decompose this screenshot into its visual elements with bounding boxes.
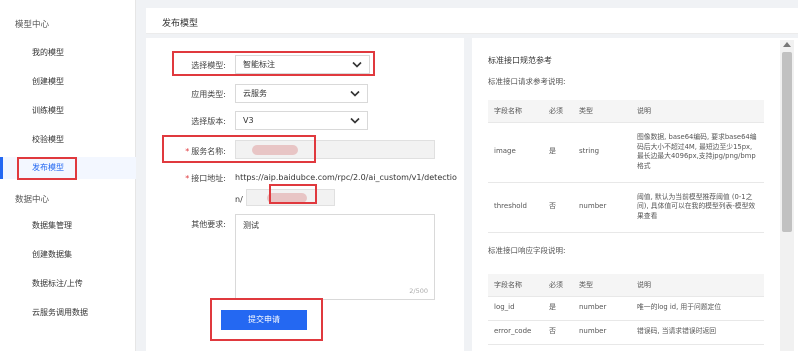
- sidebar-item-label: 创建数据集: [32, 250, 72, 259]
- sidebar-item-data-annotation[interactable]: 数据标注/上传: [0, 273, 136, 295]
- field-description: 图像数据, base64编码, 要求base64编码后大小不超过4M, 最短边至…: [631, 122, 764, 183]
- column-header: 字段名称: [488, 100, 543, 123]
- field-type: number: [573, 182, 631, 233]
- sidebar-item-my-models[interactable]: 我的模型: [0, 42, 136, 64]
- sidebar-item-label: 数据标注/上传: [32, 279, 83, 288]
- scroll-up-arrow-icon[interactable]: [783, 42, 791, 47]
- chevron-down-icon: [350, 117, 360, 124]
- field-description: 阈值, 默认为当前模型推荐阈值 (0-1之间), 具体值可以在我的模型列表-模型…: [631, 182, 764, 233]
- column-header: 说明: [631, 100, 764, 123]
- char-counter: 2/500: [409, 287, 428, 295]
- sidebar-item-label: 创建模型: [32, 77, 64, 86]
- vertical-scrollbar[interactable]: [780, 40, 794, 351]
- page-header: 发布模型: [146, 8, 798, 34]
- field-name: threshold: [488, 182, 543, 233]
- highlight-box: [162, 135, 316, 163]
- sidebar-item-train-model[interactable]: 训练模型: [0, 100, 136, 122]
- field-type: number: [573, 296, 631, 321]
- api-doc-panel: 标准接口规范参考 标准接口请求参考说明: 字段名称 必须 类型 说明 image…: [472, 38, 798, 351]
- other-requirements-value: 测试: [243, 221, 259, 230]
- sidebar-item-create-dataset[interactable]: 创建数据集: [0, 244, 136, 266]
- highlight-box: [210, 298, 323, 341]
- sidebar-item-create-model[interactable]: 创建模型: [0, 71, 136, 93]
- table-header-row: 字段名称 必须 类型 说明: [488, 100, 764, 123]
- api-address-label: * 接口地址:: [146, 173, 226, 184]
- chevron-down-icon: [350, 90, 360, 97]
- field-description: 错误码, 当请求错误时返回: [631, 320, 764, 345]
- column-header: 字段名称: [488, 274, 543, 297]
- field-name: error_code: [488, 320, 543, 345]
- column-header: 必须: [543, 274, 573, 297]
- scrollbar-thumb[interactable]: [782, 52, 792, 232]
- sidebar-item-label: 我的模型: [32, 48, 64, 57]
- version-dropdown[interactable]: V3: [235, 111, 368, 130]
- api-address-url: https://aip.baidubce.com/rpc/2.0/ai_cust…: [235, 173, 457, 182]
- response-table: 字段名称 必须 类型 说明 log_id 是 number 唯一的log id,…: [488, 274, 764, 345]
- request-heading: 标准接口规范参考: [488, 56, 552, 65]
- version-value: V3: [243, 116, 254, 125]
- sidebar-item-label: 校验模型: [32, 135, 64, 144]
- response-subheading: 标准接口响应字段说明:: [488, 246, 566, 255]
- app-type-dropdown[interactable]: 云服务: [235, 84, 368, 103]
- sidebar-group-data-center: 数据中心: [15, 195, 50, 205]
- page-title: 发布模型: [162, 19, 199, 29]
- other-requirements-textarea[interactable]: 测试 2/500: [235, 214, 435, 300]
- field-description: 唯一的log id, 用于问题定位: [631, 296, 764, 321]
- sidebar-item-label: 数据集管理: [32, 221, 72, 230]
- other-requirements-label: 其他要求:: [191, 220, 226, 229]
- table-row: threshold 否 number 阈值, 默认为当前模型推荐阈值 (0-1之…: [488, 182, 764, 233]
- required-asterisk: *: [185, 174, 190, 183]
- highlight-box: [269, 184, 317, 204]
- column-header: 必须: [543, 100, 573, 123]
- request-subheading: 标准接口请求参考说明:: [488, 77, 566, 86]
- field-required: 否: [543, 320, 573, 345]
- sidebar-item-cloud-service-data[interactable]: 云服务调用数据: [0, 302, 136, 324]
- sidebar: 模型中心 我的模型 创建模型 训练模型 校验模型 发布模型 数据中心 数据集管理…: [0, 0, 136, 351]
- field-required: 是: [543, 296, 573, 321]
- column-header: 类型: [573, 100, 631, 123]
- version-label: 选择版本:: [191, 117, 226, 126]
- field-type: number: [573, 320, 631, 345]
- field-name: log_id: [488, 296, 543, 321]
- highlight-box: [172, 51, 375, 76]
- column-header: 类型: [573, 274, 631, 297]
- sidebar-item-validate-model[interactable]: 校验模型: [0, 129, 136, 151]
- table-row: image 是 string 图像数据, base64编码, 要求base64编…: [488, 122, 764, 183]
- request-table: 字段名称 必须 类型 说明 image 是 string 图像数据, base6…: [488, 100, 764, 233]
- field-type: string: [573, 122, 631, 183]
- field-required: 否: [543, 182, 573, 233]
- field-required: 是: [543, 122, 573, 183]
- api-address-label-text: 接口地址:: [191, 174, 226, 183]
- publish-form: 选择模型: 智能标注 应用类型: 云服务 选择版本: V3 * 服务名称: * 接口…: [146, 38, 464, 351]
- app-type-value: 云服务: [243, 89, 267, 98]
- sidebar-group-model-center: 模型中心: [15, 20, 50, 30]
- column-header: 说明: [631, 274, 764, 297]
- highlight-box: [17, 157, 77, 180]
- sidebar-item-label: 训练模型: [32, 106, 64, 115]
- sidebar-item-dataset-management[interactable]: 数据集管理: [0, 215, 136, 237]
- table-row: error_code 否 number 错误码, 当请求错误时返回: [488, 320, 764, 345]
- table-row: log_id 是 number 唯一的log id, 用于问题定位: [488, 296, 764, 321]
- sidebar-item-label: 云服务调用数据: [32, 308, 88, 317]
- field-name: image: [488, 122, 543, 183]
- api-address-suffix: n/: [235, 195, 243, 204]
- table-header-row: 字段名称 必须 类型 说明: [488, 274, 764, 297]
- app-type-label: 应用类型:: [191, 90, 226, 99]
